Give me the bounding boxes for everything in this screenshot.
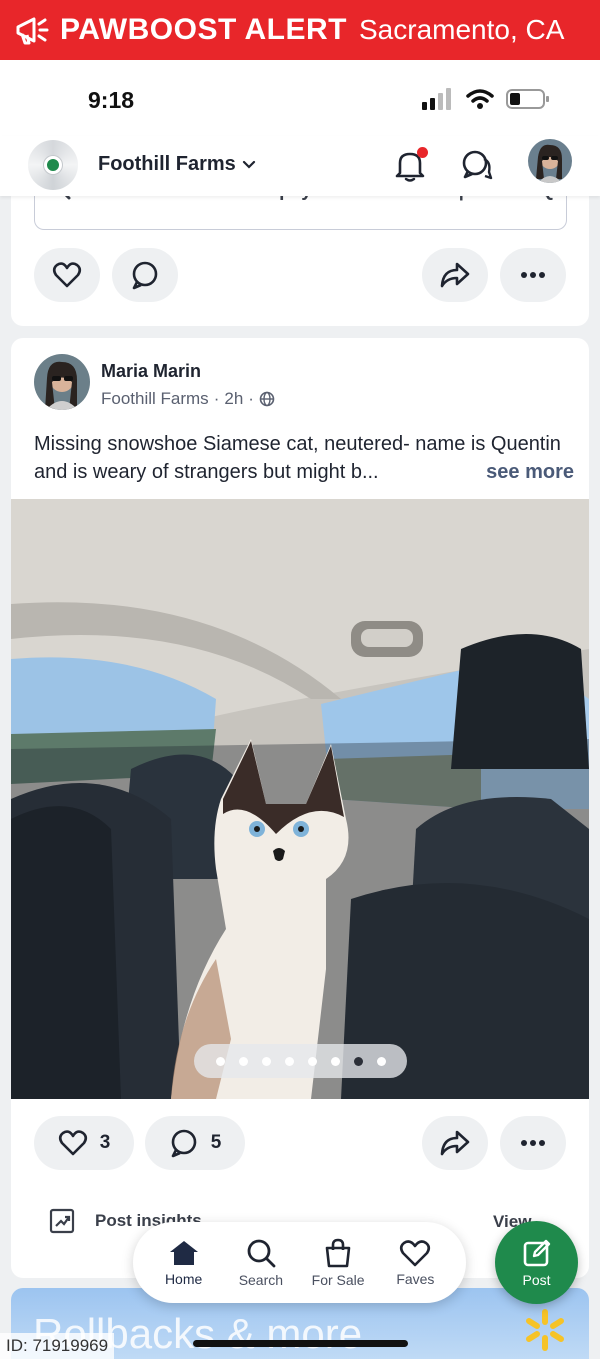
author-name[interactable]: Maria Marin [101,361,201,382]
share-arrow-icon [440,1130,470,1156]
post-body-text: Missing snowshoe Siamese cat, neutered- … [34,433,561,483]
nav-faves[interactable]: Faves [379,1239,451,1287]
chat-icon[interactable] [460,148,494,182]
nav-for-sale-label: For Sale [311,1271,365,1288]
alert-brand: PAWBOOST ALERT [60,13,347,46]
photo-carousel-indicator[interactable] [194,1044,407,1078]
post-card: Maria Marin Foothill Farms · 2h · Missin… [11,338,589,1278]
more-options-button[interactable] [500,248,566,302]
carousel-dot[interactable] [376,1056,386,1066]
create-post-button[interactable]: Post [495,1221,578,1304]
post-meta: Foothill Farms · 2h · [101,389,275,409]
more-dots-icon [521,272,545,278]
carousel-dot[interactable] [284,1056,294,1066]
megaphone-icon [10,8,54,52]
meta-separator: · [248,389,254,408]
like-count: 3 [99,1132,111,1153]
bottom-navigation: Home Search For Sale Faves [133,1222,466,1303]
battery-icon [506,89,549,109]
author-avatar[interactable] [34,354,90,410]
chevron-down-icon [242,160,255,169]
comment-button[interactable]: 5 [145,1116,245,1170]
compose-icon [523,1239,550,1266]
previous-post-card: Sacramento SPCA Spay & Neuter Clinic | C… [11,178,589,326]
share-arrow-icon [440,262,470,288]
spark-logo-icon [526,1309,564,1351]
signal-icon [422,88,451,110]
shopping-bag-icon [325,1238,351,1267]
neighborhood-selector[interactable]: Foothill Farms [98,153,256,176]
insights-chart-icon [49,1208,75,1234]
more-dots-icon [521,1140,545,1146]
status-bar: 9:18 [0,60,600,136]
post-neighborhood[interactable]: Foothill Farms [101,389,209,409]
comment-button[interactable] [112,248,178,302]
post-text: Missing snowshoe Siamese cat, neutered- … [34,430,574,486]
more-options-button[interactable] [500,1116,566,1170]
heart-icon [52,262,82,288]
status-time: 9:18 [88,87,135,113]
comment-count: 5 [210,1132,222,1153]
alert-city: Sacramento, CA [359,14,565,45]
create-post-label: Post [522,1271,551,1288]
carousel-dot[interactable] [238,1056,248,1066]
search-icon [247,1239,276,1267]
see-more-link[interactable]: see more [486,458,574,486]
comment-icon [132,261,158,290]
status-icons [422,88,550,110]
heart-icon [58,1130,87,1156]
nav-home[interactable]: Home [148,1239,220,1287]
carousel-dot[interactable] [215,1056,225,1066]
home-indicator [193,1340,408,1347]
heart-icon [400,1239,431,1266]
nav-home-label: Home [164,1270,203,1287]
nav-search-label: Search [238,1271,284,1288]
post-photo[interactable] [11,499,589,1099]
pawboost-alert-banner: PAWBOOST ALERT Sacramento, CA [0,0,600,60]
home-icon [169,1240,198,1265]
nav-search[interactable]: Search [225,1238,297,1288]
globe-icon [259,391,275,407]
like-button[interactable]: 3 [34,1116,134,1170]
post-age: 2h [224,389,244,408]
app-header: Foothill Farms [0,136,600,196]
carousel-dot[interactable] [261,1056,271,1066]
neighborhood-map-icon[interactable] [28,140,78,190]
share-button[interactable] [422,248,488,302]
carousel-dot[interactable] [307,1056,317,1066]
comment-icon [171,1129,197,1158]
location-dot [44,156,62,174]
share-button[interactable] [422,1116,488,1170]
id-label: ID: 71919969 [0,1333,115,1359]
nav-faves-label: Faves [396,1270,435,1287]
carousel-dot[interactable] [330,1056,340,1066]
meta-separator: · [213,389,220,408]
profile-avatar[interactable] [528,139,572,183]
notification-badge [417,147,428,158]
wifi-icon [466,89,494,109]
like-button[interactable] [34,248,100,302]
carousel-dot-active[interactable] [353,1056,363,1066]
nav-for-sale[interactable]: For Sale [302,1238,374,1288]
neighborhood-name: Foothill Farms [98,153,236,175]
